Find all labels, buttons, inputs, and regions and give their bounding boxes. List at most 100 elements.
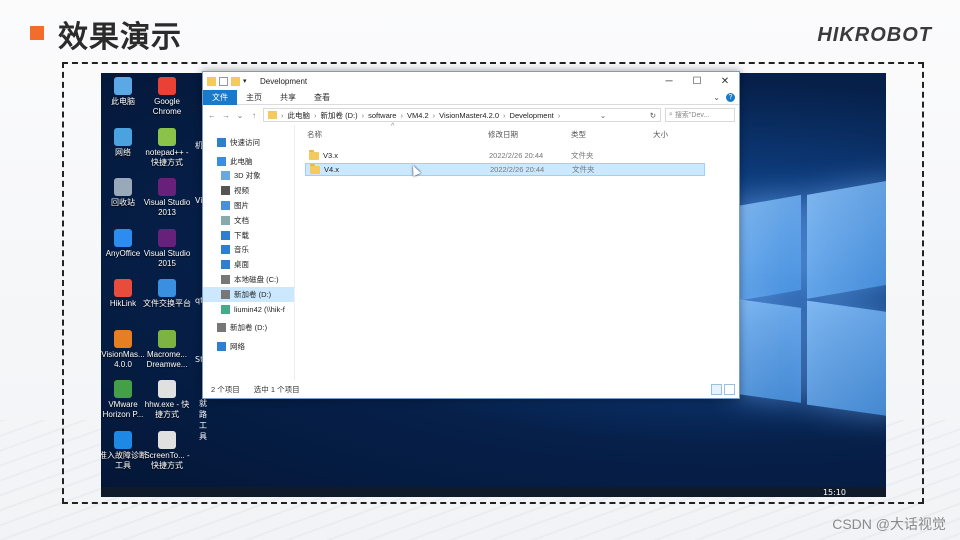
desktop-shortcut[interactable]: hhw.exe - 快捷方式 (143, 380, 191, 420)
desktop-shortcut-label: 此电脑 (111, 97, 135, 106)
picture-icon (221, 201, 230, 211)
nav-item[interactable]: 3D 对象 (203, 169, 294, 184)
address-dropdown-icon[interactable]: ⌄ (596, 111, 610, 120)
nav-item[interactable]: 下载 (203, 228, 294, 243)
nav-item[interactable]: 文档 (203, 213, 294, 228)
folder-icon (309, 149, 319, 160)
navigation-pane: 快速访问 此电脑 3D 对象 视频 图片 文档 下载 音乐 桌面 本地磁盘 (C:) 新加卷 (D:… (203, 125, 295, 380)
desktop-shortcut[interactable]: 网络 (101, 127, 147, 158)
taskbar[interactable] (101, 487, 886, 497)
breadcrumb-item[interactable]: VisionMaster4.2.0 (439, 111, 499, 120)
file-exchange-icon (158, 279, 176, 297)
slide-title: 效果演示 (58, 20, 182, 55)
large-icons-view-icon[interactable] (724, 383, 735, 395)
file-row[interactable]: V4.x 2022/2/26 20:44 文件夹 (305, 163, 705, 176)
nav-item[interactable]: 快速访问 (203, 135, 294, 150)
search-icon: ⌕ (669, 111, 673, 118)
nav-item[interactable]: liumin42 (\\hik-f (203, 302, 294, 317)
nav-item[interactable]: 本地磁盘 (C:) (203, 272, 294, 287)
column-size[interactable]: 大小 (653, 129, 668, 140)
desktop-shortcut-label: 准入故障诊断工具 (101, 450, 147, 470)
anyoffice-icon (114, 228, 132, 247)
address-bar[interactable]: › 此电脑 › 新加卷 (D:) › software › VM4.2 › Vi… (263, 108, 661, 122)
nav-item[interactable]: 视频 (203, 183, 294, 198)
desktop-shortcut[interactable]: AnyOffice (101, 228, 147, 259)
desktop-shortcut[interactable]: VisionMas... 4.0.0 (101, 329, 147, 370)
search-input[interactable]: ⌕ 搜索"Dev... (665, 108, 735, 122)
breadcrumb-item[interactable]: 此电脑 (288, 110, 311, 121)
desktop-shortcut[interactable]: 此电脑 (101, 77, 147, 107)
vmware-icon (114, 380, 132, 398)
folder-icon (310, 163, 320, 174)
desktop-shortcut[interactable]: HikLink (101, 279, 147, 309)
new-folder-icon[interactable] (231, 76, 240, 86)
desktop-shortcut[interactable]: Visual Studio 2013 (143, 178, 191, 218)
nav-item[interactable]: 图片 (203, 198, 294, 213)
selected-count: 选中 1 个项目 (253, 384, 300, 394)
file-explorer-window: ▾ Development ─ ☐ ✕ 文件 主页 共享 查看 ⌄ ? ← → … (202, 71, 740, 399)
minimize-button[interactable]: ─ (655, 76, 683, 87)
breadcrumb-item[interactable]: software (368, 111, 396, 120)
up-button[interactable]: ↑ (249, 111, 259, 120)
desktop-shortcut[interactable]: notepad++ - 快捷方式 (143, 127, 191, 168)
tab-file[interactable]: 文件 (203, 89, 237, 105)
tab-share[interactable]: 共享 (271, 90, 305, 105)
title-bar[interactable]: ▾ Development ─ ☐ ✕ (203, 72, 739, 90)
nav-item-label: 快速访问 (230, 137, 260, 147)
desktop-shortcut[interactable]: 回收站 (101, 178, 147, 208)
desktop-shortcut[interactable]: Macrome... Dreamwe... (143, 329, 191, 370)
file-type: 文件夹 (572, 165, 595, 174)
desktop-shortcut[interactable]: 准入故障诊断工具 (101, 430, 147, 471)
tab-home[interactable]: 主页 (237, 90, 271, 105)
window-title: Development (260, 76, 308, 86)
nav-item-label: 文档 (234, 215, 249, 225)
address-bar-row: ← → ⌄ ↑ › 此电脑 › 新加卷 (D:) › software › VM… (203, 105, 739, 125)
breadcrumb-item[interactable]: 新加卷 (D:) (321, 110, 358, 121)
maximize-button[interactable]: ☐ (683, 76, 711, 87)
close-button[interactable]: ✕ (711, 76, 739, 87)
watermark: CSDN @大话视觉 (832, 516, 946, 532)
tab-view[interactable]: 查看 (305, 90, 339, 105)
windows-logo (731, 179, 886, 418)
forward-button[interactable]: → (221, 111, 231, 120)
back-button[interactable]: ← (207, 111, 217, 120)
column-header-row: ^ 名称 修改日期 类型 大小 (295, 123, 739, 141)
desktop-icon (221, 260, 230, 270)
chevron-down-icon[interactable]: ▾ (243, 77, 252, 86)
nav-item[interactable]: 此电脑 (203, 154, 294, 169)
column-date[interactable]: 修改日期 (488, 129, 518, 140)
computer-icon (114, 77, 132, 95)
ribbon-tabs: 文件 主页 共享 查看 ⌄ ? (203, 89, 739, 105)
desktop-shortcut-label: Google Chrome (152, 97, 182, 116)
cube-icon (221, 171, 230, 181)
item-count: 2 个项目 (211, 384, 240, 394)
properties-icon[interactable] (219, 76, 228, 86)
nav-item[interactable]: 网络 (203, 339, 294, 354)
breadcrumb-item[interactable]: Development (510, 111, 554, 120)
nav-item[interactable]: 音乐 (203, 243, 294, 258)
drive-icon (221, 275, 230, 285)
nav-item[interactable]: 新加卷 (D:) (203, 286, 294, 302)
desktop-shortcut-label: Visual Studio 2013 (143, 198, 191, 217)
breadcrumb-item[interactable]: VM4.2 (407, 111, 429, 120)
help-icon[interactable]: ? (726, 92, 735, 102)
refresh-icon[interactable]: ↻ (646, 111, 660, 120)
desktop-shortcut[interactable]: Google Chrome (143, 77, 191, 117)
desktop-shortcut[interactable]: VMware Horizon P... (101, 380, 147, 420)
recent-dropdown-icon[interactable]: ⌄ (235, 111, 245, 120)
chevron-down-icon[interactable]: ⌄ (713, 93, 720, 102)
visual-studio-icon (158, 228, 176, 247)
nav-item[interactable]: 新加卷 (D:) (203, 321, 294, 336)
nav-item-label: 图片 (234, 201, 249, 211)
search-placeholder: 搜索"Dev... (674, 112, 710, 119)
desktop-shortcut[interactable]: ScreenTo... - 快捷方式 (143, 430, 191, 471)
column-name[interactable]: 名称 (307, 129, 322, 140)
desktop-shortcut[interactable]: 文件交换平台 (143, 279, 191, 309)
nav-item[interactable]: 桌面 (203, 257, 294, 272)
shield-icon (114, 430, 132, 449)
file-row[interactable]: V3.x 2022/2/26 20:44 文件夹 (305, 149, 705, 162)
column-type[interactable]: 类型 (571, 129, 586, 140)
desktop-shortcut[interactable]: Visual Studio 2015 (143, 228, 191, 269)
desktop-shortcut-label: 就路工具 (199, 399, 207, 441)
details-view-icon[interactable] (711, 383, 722, 395)
